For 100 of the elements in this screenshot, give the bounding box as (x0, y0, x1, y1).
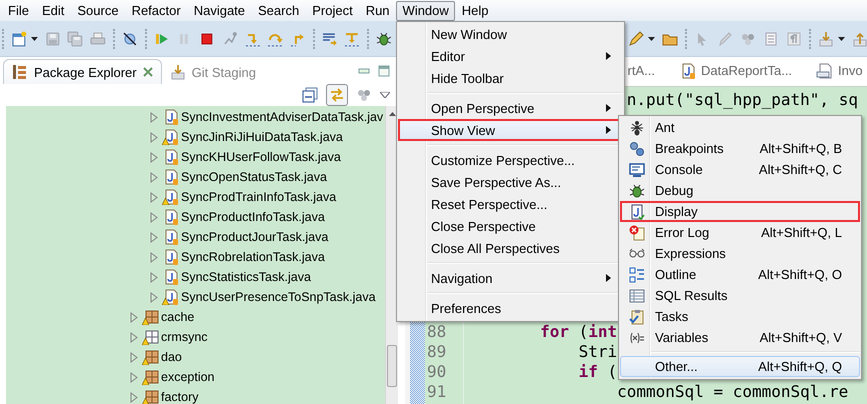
step-filter-icon[interactable] (344, 30, 360, 46)
menu-item[interactable]: Run (358, 0, 396, 20)
tree-item[interactable]: SyncProdTrainInfoTask.java (150, 187, 385, 207)
code-line: n.put("sql_hpp_path", sq (626, 90, 858, 110)
menu-item[interactable]: Error Log Alt+Shift+Q, L (620, 222, 860, 243)
upload-icon[interactable] (852, 30, 867, 46)
menu-item[interactable]: Help (454, 0, 495, 20)
stop-icon[interactable] (199, 30, 215, 46)
menu-item[interactable]: Project (305, 0, 359, 20)
document-icon[interactable] (763, 30, 779, 46)
scroll-up-icon[interactable] (388, 112, 396, 116)
menu-item[interactable]: Edit (34, 0, 70, 20)
paragraph-icon[interactable] (786, 30, 802, 46)
tree-item[interactable]: SyncRobrelationTask.java (150, 247, 385, 267)
print-icon[interactable] (90, 30, 106, 46)
line-number: 88 (426, 322, 448, 342)
expand-arrow-icon[interactable] (130, 372, 138, 382)
expand-arrow-icon[interactable] (150, 112, 158, 122)
expand-arrow-icon[interactable] (150, 292, 158, 302)
expand-arrow-icon[interactable] (150, 132, 158, 142)
menu-item[interactable]: Variables Alt+Shift+Q, V (620, 327, 860, 348)
menu-item[interactable]: Breakpoints Alt+Shift+Q, B (620, 138, 860, 159)
outline-icon (629, 266, 645, 282)
line-number: 90 (426, 362, 448, 382)
tree-item[interactable]: SyncJinRiJiHuiDataTask.java (150, 127, 385, 147)
expand-arrow-icon[interactable] (150, 152, 158, 162)
download-icon (170, 64, 186, 80)
menu-item[interactable]: Window (396, 0, 455, 20)
menu-item[interactable]: Expressions (620, 243, 860, 264)
maximize-icon[interactable] (378, 65, 390, 77)
expand-arrow-icon[interactable] (150, 192, 158, 202)
menu-item[interactable]: Other... Alt+Shift+Q, Q (620, 356, 860, 377)
tree-item[interactable]: SyncProductJourTask.java (150, 227, 385, 247)
tree-item[interactable]: dao (130, 347, 385, 367)
pen-icon[interactable] (717, 30, 733, 46)
menu-item[interactable]: File (1, 0, 35, 20)
table-icon (629, 288, 645, 304)
collapse-all-icon[interactable] (302, 87, 318, 103)
caret-icon[interactable] (648, 36, 655, 40)
ant-icon (629, 120, 645, 136)
view-tab[interactable]: Package Explorer (3, 59, 162, 84)
save-all-icon[interactable] (67, 30, 84, 46)
tree-item[interactable]: SyncOpenStatusTask.java (150, 167, 385, 187)
code-line: for (int (540, 322, 618, 342)
bug-icon[interactable] (376, 30, 392, 46)
editor-tab[interactable]: DataReportTa... (667, 57, 804, 84)
menu-item[interactable]: New Window (398, 23, 623, 45)
expand-arrow-icon[interactable] (150, 172, 158, 182)
menu-item[interactable]: Ant (620, 117, 860, 138)
tree-item[interactable]: SyncProductInfoTask.java (150, 207, 385, 227)
save-icon[interactable] (44, 30, 60, 46)
tree-icon (12, 64, 28, 80)
menu-item[interactable]: Refactor (124, 0, 187, 20)
clipboard-icon (629, 308, 645, 324)
menu-item[interactable]: Search (251, 0, 306, 20)
pencil-icon[interactable] (628, 30, 644, 46)
tree-item[interactable]: SyncUserPresenceToSnpTask.java (150, 287, 385, 307)
close-icon[interactable] (142, 67, 153, 77)
scrollbar-thumb[interactable] (387, 345, 397, 387)
code-line: if ( (578, 362, 618, 382)
expand-arrow-icon[interactable] (130, 332, 138, 342)
expand-arrow-icon[interactable] (150, 252, 158, 262)
link-toggle-button[interactable] (326, 84, 348, 106)
tree-item[interactable]: cache (130, 307, 385, 327)
menu-item[interactable]: Display (620, 201, 860, 222)
breakpoint-slash-icon[interactable] (122, 30, 138, 46)
expand-arrow-icon[interactable] (130, 312, 138, 322)
drop-frame-icon[interactable] (322, 30, 338, 46)
breakpoints-icon (629, 140, 645, 156)
cluster-icon[interactable] (356, 87, 372, 103)
tree-item[interactable]: SyncInvestmentAdviserDataTask.jav (150, 107, 385, 127)
menu-item[interactable]: Editor (398, 45, 623, 67)
expand-arrow-icon[interactable] (150, 212, 158, 222)
view-menu-icon[interactable] (380, 92, 390, 98)
menu-item[interactable]: Hide Toolbar (398, 67, 623, 89)
menu-item[interactable]: Debug (620, 180, 860, 201)
expand-arrow-icon[interactable] (150, 232, 158, 242)
caret-icon[interactable] (30, 36, 38, 40)
expand-arrow-icon[interactable] (150, 272, 158, 282)
menu-item[interactable]: Outline Alt+Shift+Q, O (620, 264, 860, 285)
tree-item[interactable]: factory (130, 387, 385, 404)
expand-arrow-icon[interactable] (130, 392, 138, 402)
expand-arrow-icon[interactable] (130, 352, 138, 362)
menu-item[interactable]: Tasks (620, 306, 860, 327)
caret-icon[interactable] (838, 36, 845, 40)
disconnect-icon[interactable] (222, 30, 238, 46)
console-icon (629, 162, 645, 178)
tree-item[interactable]: SyncStatisticsTask.java (150, 267, 385, 287)
new-file-icon[interactable] (11, 30, 27, 46)
tree-item[interactable]: SyncKHUserFollowTask.java (150, 147, 385, 167)
menu-item[interactable]: Source (70, 0, 125, 20)
code-line: commonSql = commonSql.re (617, 382, 848, 402)
tree-item[interactable]: exception (130, 367, 385, 387)
tree-item[interactable]: crmsync (130, 327, 385, 347)
menu-item[interactable]: Navigate (186, 0, 252, 20)
menu-item[interactable]: SQL Results (620, 285, 860, 306)
editor-tab[interactable]: Invo (804, 57, 867, 84)
line-number: 91 (426, 382, 448, 402)
menu-item[interactable]: Open Perspective (398, 97, 623, 119)
menu-item[interactable]: Console Alt+Shift+Q, C (620, 159, 860, 180)
